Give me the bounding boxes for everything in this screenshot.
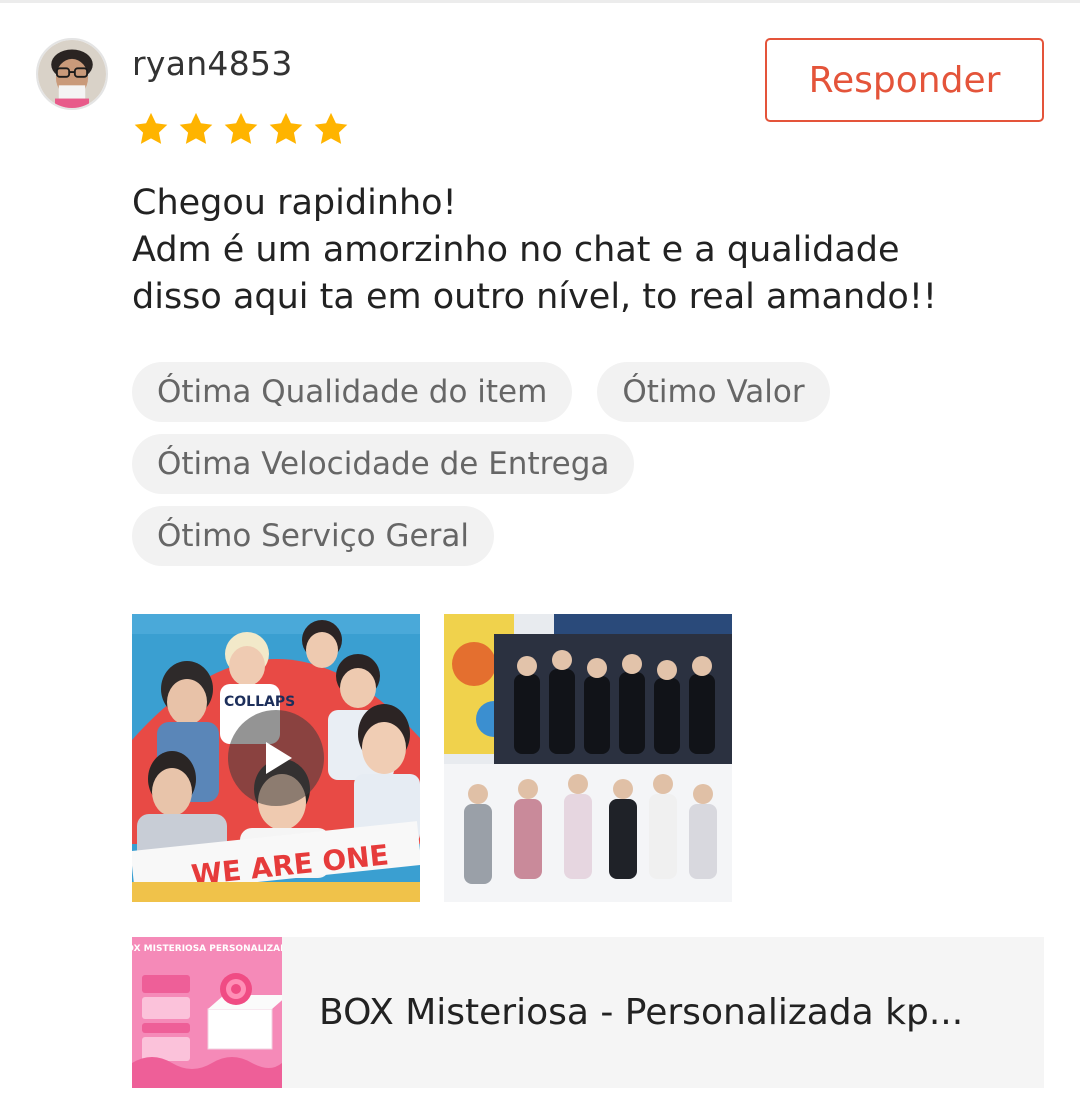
review-media: COLLAPS WE ARE ONE bbox=[132, 614, 756, 902]
review-comment: Chegou rapidinho! Adm é um amorzinho no … bbox=[132, 180, 1032, 321]
tag-chip: Ótimo Serviço Geral bbox=[132, 506, 494, 566]
comment-line: Chegou rapidinho! bbox=[132, 183, 457, 223]
tag-row: Ótima Qualidade do item Ótimo Valor bbox=[132, 362, 1044, 422]
avatar-image bbox=[38, 40, 106, 108]
tag-row: Ótimo Serviço Geral bbox=[132, 506, 1044, 566]
review-page: ryan4853 Responder Chegou rapidinho! Adm… bbox=[0, 0, 1080, 1117]
tag-row: Ótima Velocidade de Entrega bbox=[132, 434, 1044, 494]
review-photo-image bbox=[444, 614, 732, 902]
product-thumbnail: BOX MISTERIOSA PERSONALIZADA bbox=[132, 937, 282, 1088]
avatar[interactable] bbox=[36, 38, 108, 110]
photo-thumbnail[interactable] bbox=[444, 614, 732, 902]
comment-line: Adm é um amorzinho no chat e a qualidade bbox=[132, 230, 900, 270]
comment-line: disso aqui ta em outro nível, to real am… bbox=[132, 277, 937, 317]
star-icon bbox=[312, 110, 350, 148]
product-link[interactable]: BOX MISTERIOSA PERSONALIZADA BOX Misteri… bbox=[132, 937, 1044, 1088]
play-button[interactable] bbox=[228, 710, 324, 806]
review-tags: Ótima Qualidade do item Ótimo Valor Ótim… bbox=[132, 362, 1044, 578]
product-image-title: BOX MISTERIOSA PERSONALIZADA bbox=[132, 944, 282, 954]
star-icon bbox=[132, 110, 170, 148]
tag-chip: Ótimo Valor bbox=[597, 362, 830, 422]
reply-button[interactable]: Responder bbox=[765, 38, 1044, 122]
tag-chip: Ótima Velocidade de Entrega bbox=[132, 434, 635, 494]
tag-chip: Ótima Qualidade do item bbox=[132, 362, 573, 422]
star-icon bbox=[177, 110, 215, 148]
star-rating bbox=[132, 110, 357, 148]
star-icon bbox=[222, 110, 260, 148]
play-icon bbox=[266, 742, 292, 774]
product-name: BOX Misteriosa - Personalizada kp... bbox=[319, 992, 964, 1033]
star-icon bbox=[267, 110, 305, 148]
product-image: BOX MISTERIOSA PERSONALIZADA bbox=[132, 937, 282, 1088]
video-thumbnail[interactable]: COLLAPS WE ARE ONE bbox=[132, 614, 420, 902]
shirt-print: COLLAPS bbox=[224, 694, 295, 710]
username: ryan4853 bbox=[132, 44, 293, 83]
top-divider bbox=[0, 0, 1080, 3]
